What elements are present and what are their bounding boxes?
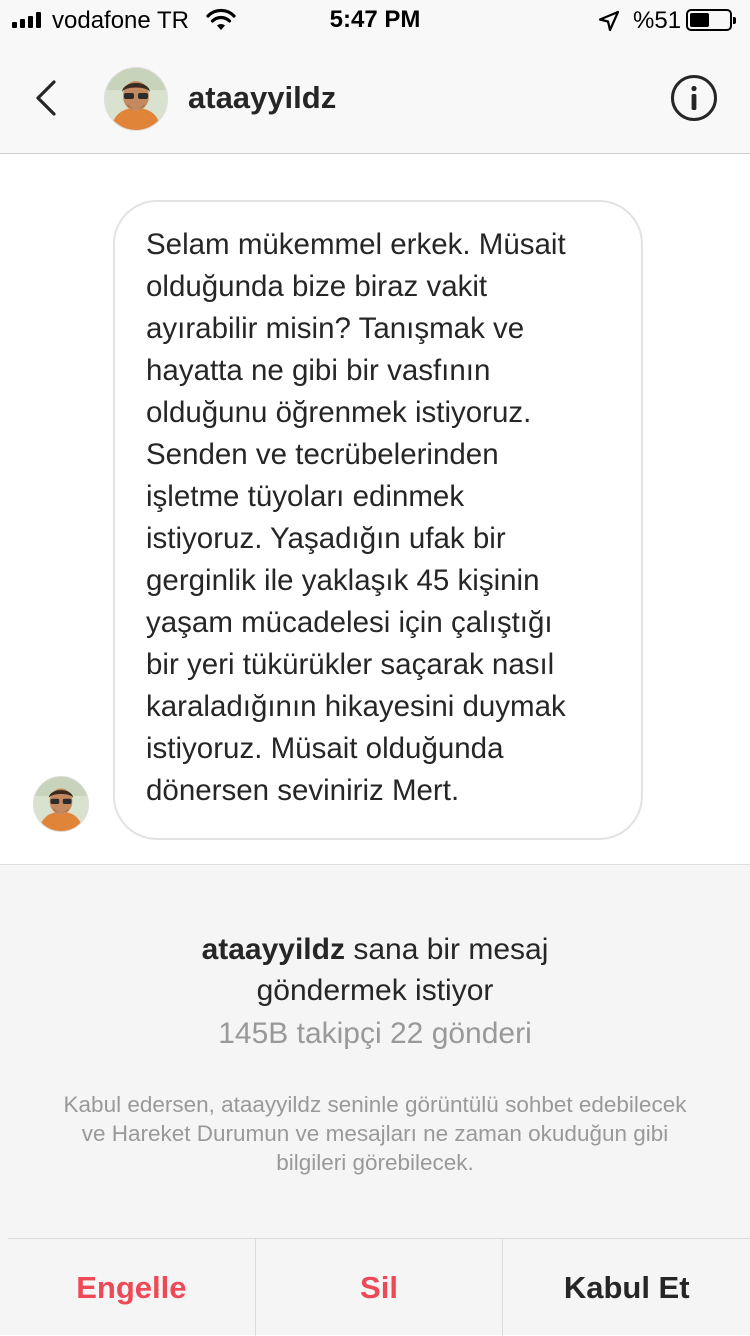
request-stats: 145B takipçi 22 gönderi bbox=[218, 1017, 532, 1050]
info-button[interactable] bbox=[670, 74, 718, 122]
message-thread[interactable]: Selam mükemmel erkek. Müsait olduğunda b… bbox=[0, 154, 750, 864]
header-avatar[interactable] bbox=[104, 67, 168, 131]
info-icon bbox=[671, 75, 717, 121]
back-chevron-icon bbox=[36, 80, 56, 116]
profile-photo bbox=[105, 68, 167, 130]
action-bar: Engelle Sil Kabul Et bbox=[8, 1238, 750, 1336]
message-bubble[interactable]: Selam mükemmel erkek. Müsait olduğunda b… bbox=[113, 200, 643, 840]
request-title-text: sana bir mesaj bbox=[344, 933, 549, 966]
request-title: ataayyildz sana bir mesaj göndermek isti… bbox=[0, 929, 750, 1011]
header-username[interactable]: ataayyildz bbox=[188, 80, 336, 116]
delete-button[interactable]: Sil bbox=[254, 1239, 503, 1336]
conversation-header: ataayyildz bbox=[0, 40, 750, 154]
accept-button[interactable]: Kabul Et bbox=[502, 1239, 750, 1336]
battery-percent: %51 bbox=[633, 7, 682, 34]
profile-photo bbox=[34, 777, 88, 831]
battery-icon bbox=[686, 9, 736, 31]
battery-fill bbox=[690, 13, 709, 27]
back-button[interactable] bbox=[30, 76, 64, 120]
sender-avatar[interactable] bbox=[33, 776, 89, 832]
message-text: Selam mükemmel erkek. Müsait olduğunda b… bbox=[146, 228, 566, 807]
request-username[interactable]: ataayyildz bbox=[202, 933, 345, 966]
status-bar: vodafone TR 5:47 PM %51 bbox=[0, 0, 750, 40]
request-title-line2: göndermek istiyor bbox=[256, 974, 494, 1007]
location-arrow-icon bbox=[598, 10, 620, 32]
request-notice: Kabul edersen, ataayyildz seninle görünt… bbox=[63, 1092, 687, 1175]
message-request-panel: ataayyildz sana bir mesaj göndermek isti… bbox=[0, 864, 750, 1336]
block-button[interactable]: Engelle bbox=[8, 1239, 255, 1336]
